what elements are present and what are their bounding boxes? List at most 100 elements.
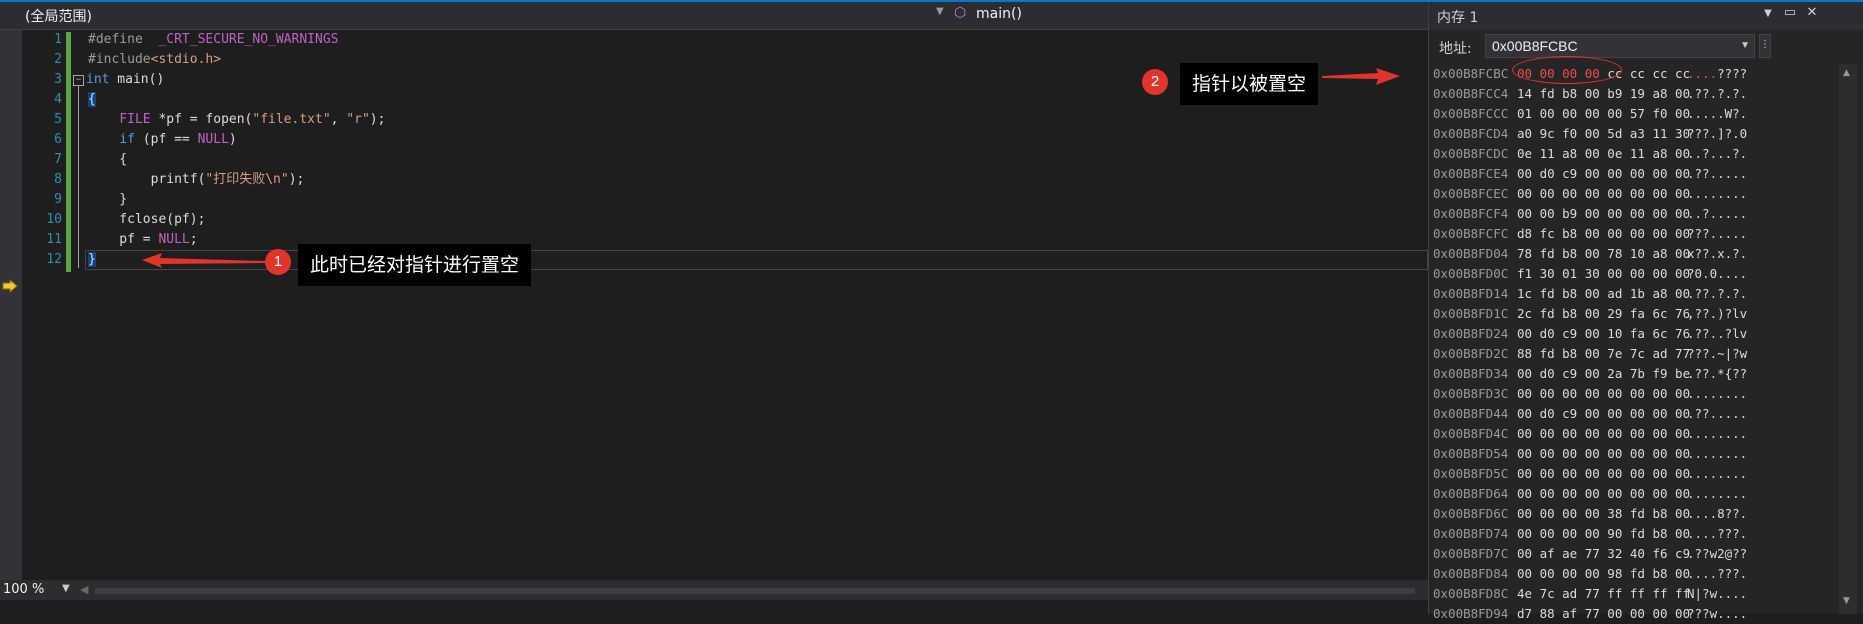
- memory-row[interactable]: 0x00B8FCD4 a0 9c f0 00 5d a3 11 30???.]?.…: [1433, 124, 1747, 144]
- memory-ascii: ???.~|?w: [1687, 346, 1748, 361]
- memory-row[interactable]: 0x00B8FCCC 01 00 00 00 00 57 f0 00 .....W?…: [1433, 104, 1747, 124]
- memory-vertical-scrollbar[interactable]: ▲ ▼: [1839, 64, 1857, 614]
- memory-ascii: .??.*{??: [1687, 366, 1748, 381]
- close-icon[interactable]: ✕: [1803, 5, 1821, 20]
- memory-row[interactable]: 0x00B8FD1C 2c fd b8 00 29 fa 6c 76 ,??.)?l…: [1433, 304, 1747, 324]
- scope-dropdown[interactable]: (全局范围): [25, 6, 92, 26]
- memory-bytes[interactable]: 00 00 00 00 00 00 00 00: [1517, 384, 1690, 404]
- memory-bytes[interactable]: 00 00 b9 00 00 00 00 00: [1517, 204, 1690, 224]
- memory-bytes[interactable]: 0e 11 a8 00 0e 11 a8 00: [1517, 144, 1690, 164]
- memory-bytes[interactable]: a0 9c f0 00 5d a3 11 30: [1517, 124, 1690, 144]
- scroll-up-icon[interactable]: ▲: [1843, 68, 1850, 78]
- memory-row[interactable]: 0x00B8FD7C 00 af ae 77 32 40 f6 c9 .??w2@?…: [1433, 544, 1747, 564]
- memory-row[interactable]: 0x00B8FD54 00 00 00 00 00 00 00 00.......…: [1433, 444, 1747, 464]
- memory-row[interactable]: 0x00B8FCE4 00 d0 c9 00 00 00 00 00.??....…: [1433, 164, 1747, 184]
- memory-row[interactable]: 0x00B8FD94 d7 88 af 77 00 00 00 00 ???w...…: [1433, 604, 1747, 624]
- line-number-gutter: 1 2 3 4 5 6 7 8 9 10 11 12: [22, 30, 62, 580]
- memory-row[interactable]: 0x00B8FD5C 00 00 00 00 00 00 00 00.......…: [1433, 464, 1747, 484]
- scroll-left-icon[interactable]: ◀: [80, 583, 88, 596]
- memory-ascii: .??.....: [1687, 406, 1748, 421]
- code-line-1: #define _CRT_SECURE_NO_WARNINGS: [88, 32, 339, 47]
- memory-address: 0x00B8FD1C: [1433, 306, 1509, 321]
- memory-bytes[interactable]: 00 af ae 77 32 40 f6 c9: [1517, 544, 1690, 564]
- memory-bytes[interactable]: 1c fd b8 00 ad 1b a8 00: [1517, 284, 1690, 304]
- memory-bytes[interactable]: 00 d0 c9 00 10 fa 6c 76: [1517, 324, 1690, 344]
- memory-address: 0x00B8FD7C: [1433, 546, 1509, 561]
- memory-address: 0x00B8FCEC: [1433, 186, 1509, 201]
- annotation-arrow-2: [1322, 68, 1400, 85]
- collapse-toggle-icon[interactable]: −: [73, 75, 84, 86]
- memory-address: 0x00B8FCC4: [1433, 86, 1509, 101]
- horizontal-scrollbar[interactable]: [95, 588, 1415, 594]
- memory-bytes[interactable]: 14 fd b8 00 b9 19 a8 00: [1517, 84, 1690, 104]
- memory-bytes[interactable]: 00 d0 c9 00 00 00 00 00: [1517, 164, 1690, 184]
- memory-row[interactable]: 0x00B8FD2C 88 fd b8 00 7e 7c ad 77 ???.~|?…: [1433, 344, 1747, 364]
- memory-bytes[interactable]: 2c fd b8 00 29 fa 6c 76: [1517, 304, 1690, 324]
- memory-row[interactable]: 0x00B8FCC4 14 fd b8 00 b9 19 a8 00.??.?.?…: [1433, 84, 1747, 104]
- columns-button[interactable]: ⋮: [1759, 34, 1771, 58]
- annotation-callout-2: 指针以被置空: [1180, 63, 1319, 105]
- chevron-down-icon[interactable]: ▼: [1740, 35, 1750, 57]
- memory-row[interactable]: 0x00B8FCFC d8 fc b8 00 00 00 00 00???....…: [1433, 224, 1747, 244]
- memory-row[interactable]: 0x00B8FD0C f1 30 01 30 00 00 00 00 ?0.0...…: [1433, 264, 1747, 284]
- memory-row[interactable]: 0x00B8FD44 00 d0 c9 00 00 00 00 00.??....…: [1433, 404, 1747, 424]
- memory-bytes[interactable]: 00 00 00 00 00 00 00 00: [1517, 424, 1690, 444]
- chevron-down-icon[interactable]: ▼: [936, 6, 944, 17]
- memory-bytes[interactable]: 00 00 00 00 00 00 00 00: [1517, 184, 1690, 204]
- memory-row[interactable]: 0x00B8FD24 00 d0 c9 00 10 fa 6c 76 .??..?l…: [1433, 324, 1747, 344]
- glyph-margin[interactable]: [0, 30, 22, 580]
- code-line-10: fclose(pf);: [88, 212, 206, 227]
- memory-bytes[interactable]: d7 88 af 77 00 00 00 00: [1517, 604, 1690, 624]
- memory-row[interactable]: 0x00B8FCBC 00 00 00 00 cc cc cc cc....???…: [1433, 64, 1747, 84]
- memory-bytes[interactable]: 00 00 00 00 90 fd b8 00: [1517, 524, 1690, 544]
- memory-ascii: .??.?.?.: [1687, 286, 1748, 301]
- memory-bytes[interactable]: 00 00 00 00 00 00 00 00: [1517, 444, 1690, 464]
- memory-row[interactable]: 0x00B8FD64 00 00 00 00 00 00 00 00.......…: [1433, 484, 1747, 504]
- navigation-bar: (全局范围) ▼ ⬡ main(): [0, 2, 1428, 30]
- memory-bytes[interactable]: 00 00 00 00 00 00 00 00: [1517, 464, 1690, 484]
- scroll-down-icon[interactable]: ▼: [1843, 596, 1850, 606]
- address-input[interactable]: 0x00B8FCBC ▼: [1485, 34, 1755, 58]
- maximize-icon[interactable]: ▭: [1781, 5, 1799, 20]
- memory-bytes[interactable]: 00 d0 c9 00 2a 7b f9 be: [1517, 364, 1690, 384]
- zoom-level[interactable]: 100 %: [3, 582, 44, 597]
- memory-row[interactable]: 0x00B8FD84 00 00 00 00 98 fd b8 00....???…: [1433, 564, 1747, 584]
- code-line-7: {: [88, 152, 128, 167]
- line-number: 9: [54, 192, 62, 207]
- line-number: 11: [46, 232, 62, 247]
- line-number: 4: [54, 92, 62, 107]
- memory-bytes[interactable]: 00 00 00 00 98 fd b8 00: [1517, 564, 1690, 584]
- memory-bytes[interactable]: 00 00 00 00 38 fd b8 00: [1517, 504, 1690, 524]
- annotation-badge-2: 2: [1142, 69, 1168, 95]
- memory-bytes[interactable]: 00 d0 c9 00 00 00 00 00: [1517, 404, 1690, 424]
- memory-row[interactable]: 0x00B8FCEC 00 00 00 00 00 00 00 00.......…: [1433, 184, 1747, 204]
- memory-row[interactable]: 0x00B8FD34 00 d0 c9 00 2a 7b f9 be .??.*{?…: [1433, 364, 1747, 384]
- address-value: 0x00B8FCBC: [1492, 38, 1578, 54]
- memory-row[interactable]: 0x00B8FD8C 4e 7c ad 77 ff ff ff ff N|?w...…: [1433, 584, 1747, 604]
- memory-row[interactable]: 0x00B8FD04 78 fd b8 00 78 10 a8 00 x??.x.?…: [1433, 244, 1747, 264]
- memory-bytes[interactable]: 78 fd b8 00 78 10 a8 00: [1517, 244, 1690, 264]
- memory-row[interactable]: 0x00B8FCF4 00 00 b9 00 00 00 00 00..?....…: [1433, 204, 1747, 224]
- memory-bytes[interactable]: 00 00 00 00 00 00 00 00: [1517, 484, 1690, 504]
- memory-address: 0x00B8FCCC: [1433, 106, 1509, 121]
- memory-bytes[interactable]: 01 00 00 00 00 57 f0 00: [1517, 104, 1690, 124]
- function-dropdown[interactable]: main(): [976, 6, 1022, 22]
- memory-row[interactable]: 0x00B8FD6C 00 00 00 00 38 fd b8 00 ....8??…: [1433, 504, 1747, 524]
- memory-ascii: .??w2@??: [1687, 546, 1748, 561]
- memory-bytes[interactable]: d8 fc b8 00 00 00 00 00: [1517, 224, 1690, 244]
- window-menu-icon[interactable]: ▼: [1759, 8, 1777, 19]
- code-line-2: #include<stdio.h>: [88, 52, 222, 67]
- memory-row[interactable]: 0x00B8FD74 00 00 00 00 90 fd b8 00....???…: [1433, 524, 1747, 544]
- chevron-down-icon[interactable]: ▼: [62, 583, 70, 594]
- memory-row[interactable]: 0x00B8FCDC 0e 11 a8 00 0e 11 a8 00..?...?…: [1433, 144, 1747, 164]
- memory-bytes[interactable]: f1 30 01 30 00 00 00 00: [1517, 264, 1690, 284]
- memory-row[interactable]: 0x00B8FD14 1c fd b8 00 ad 1b a8 00.??.?.?…: [1433, 284, 1747, 304]
- memory-bytes[interactable]: 4e 7c ad 77 ff ff ff ff: [1517, 584, 1690, 604]
- memory-ascii: ..?...?.: [1687, 146, 1748, 161]
- memory-bytes[interactable]: 88 fd b8 00 7e 7c ad 77: [1517, 344, 1690, 364]
- memory-ascii: ..?.....: [1687, 206, 1748, 221]
- memory-window-titlebar: 内存 1 ▼ ▭ ✕: [1429, 2, 1863, 30]
- memory-row[interactable]: 0x00B8FD3C 00 00 00 00 00 00 00 00.......…: [1433, 384, 1747, 404]
- memory-row[interactable]: 0x00B8FD4C 00 00 00 00 00 00 00 00.......…: [1433, 424, 1747, 444]
- memory-address: 0x00B8FD64: [1433, 486, 1509, 501]
